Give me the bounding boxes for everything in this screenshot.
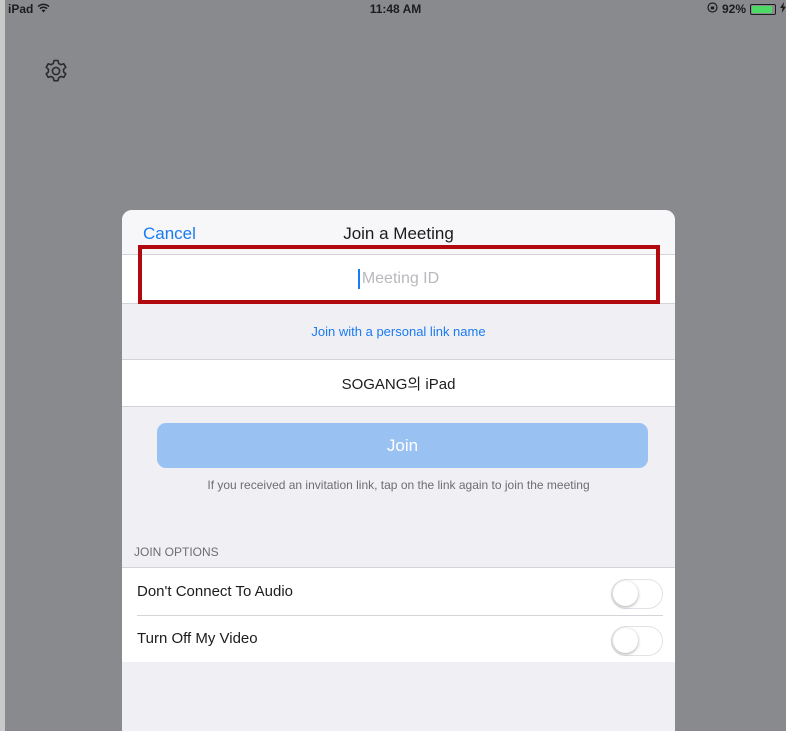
display-name-value: SOGANG의 iPad bbox=[341, 375, 456, 393]
invitation-hint: If you received an invitation link, tap … bbox=[207, 478, 590, 492]
battery-percent: 92% bbox=[721, 2, 746, 16]
option-turn-off-video: Turn Off My Video bbox=[122, 615, 675, 662]
option-label: Turn Off My Video bbox=[137, 630, 258, 647]
rotation-lock-icon bbox=[707, 2, 718, 16]
toggle-knob bbox=[613, 628, 638, 653]
option-dont-connect-audio: Don't Connect To Audio bbox=[122, 568, 675, 615]
dont-connect-audio-toggle[interactable] bbox=[611, 579, 663, 609]
dialog-header: Cancel Join a Meeting bbox=[122, 210, 675, 254]
personal-link-row: Join with a personal link name bbox=[122, 304, 675, 359]
dialog-title: Join a Meeting bbox=[343, 224, 454, 243]
battery-icon bbox=[750, 3, 776, 15]
join-meeting-dialog: Cancel Join a Meeting Meeting ID Join wi… bbox=[122, 210, 675, 731]
turn-off-video-toggle[interactable] bbox=[611, 626, 663, 656]
join-options-list: Don't Connect To Audio Turn Off My Video bbox=[122, 567, 675, 662]
settings-button[interactable] bbox=[42, 59, 70, 87]
display-name-field[interactable]: SOGANG의 iPad bbox=[122, 359, 675, 407]
status-right: 92% bbox=[707, 2, 786, 16]
join-options-header: JOIN OPTIONS bbox=[134, 545, 219, 559]
toggle-knob bbox=[613, 581, 638, 606]
personal-link-button[interactable]: Join with a personal link name bbox=[311, 324, 485, 339]
status-bar: iPad 11:48 AM 92% bbox=[5, 0, 786, 18]
status-time: 11:48 AM bbox=[369, 2, 422, 16]
meeting-id-placeholder: Meeting ID bbox=[361, 270, 440, 287]
join-button[interactable]: Join bbox=[157, 423, 648, 468]
option-label: Don't Connect To Audio bbox=[137, 583, 294, 600]
gear-icon bbox=[43, 58, 69, 89]
charging-icon bbox=[780, 2, 786, 16]
meeting-id-field[interactable]: Meeting ID bbox=[122, 254, 675, 304]
ipad-screen: iPad 11:48 AM 92% Cancel Join a Meeting … bbox=[5, 0, 786, 731]
battery-level bbox=[752, 5, 773, 13]
text-cursor bbox=[357, 269, 360, 289]
